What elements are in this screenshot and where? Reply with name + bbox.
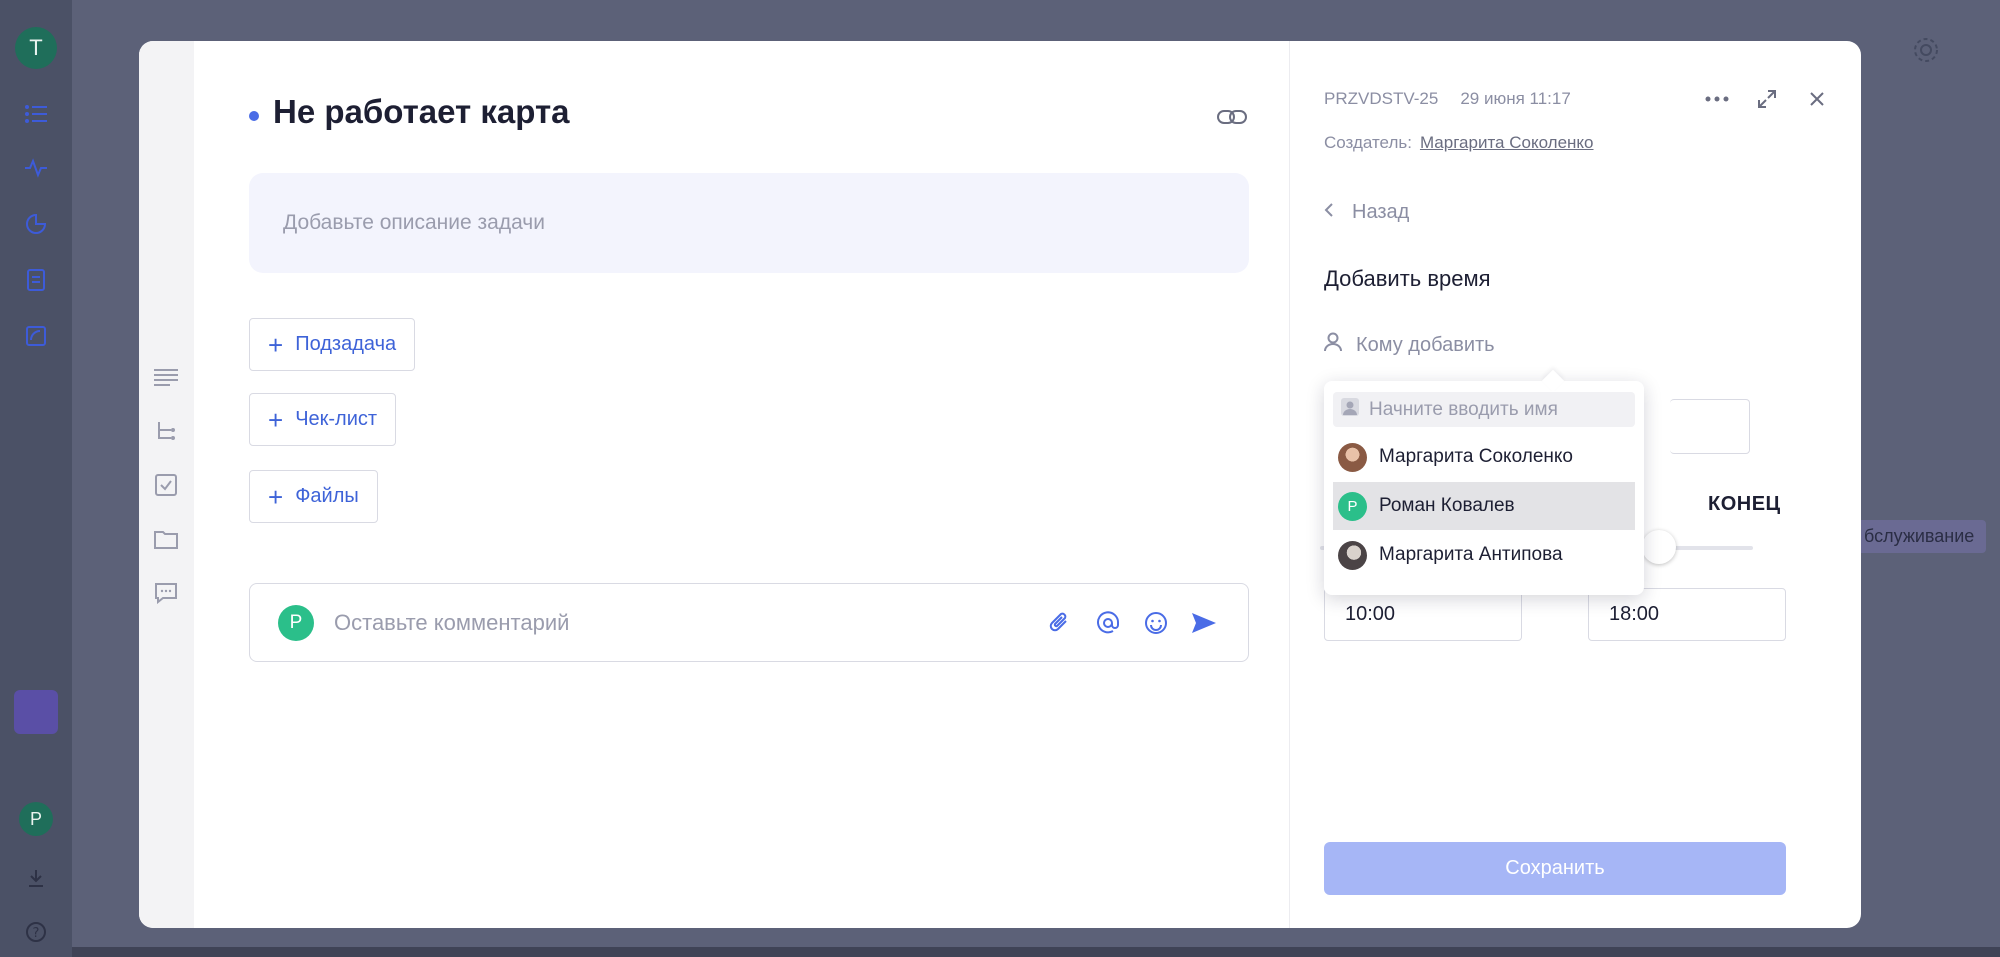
plus-icon: + [268,329,284,360]
comment-input[interactable]: Р Оставьте комментарий [249,583,1249,662]
description-field[interactable]: Добавьте описание задачи [249,173,1249,273]
mention-icon[interactable] [1094,609,1122,637]
document-icon[interactable] [18,262,54,298]
creator-link[interactable]: Маргарита Соколенко [1420,133,1594,152]
more-icon[interactable] [1703,85,1731,113]
plus-icon: + [268,404,284,435]
end-label: КОНЕЦ [1708,493,1781,515]
section-title: Добавить время [1324,266,1491,291]
user-option-name: Роман Ковалев [1379,495,1515,516]
start-time-input[interactable]: 10:00 [1324,588,1522,641]
back-button[interactable]: Назад [1324,201,1409,224]
help-icon[interactable]: ? [18,914,54,950]
link-icon[interactable] [1214,103,1250,131]
task-meta: PRZVDSTV-25 29 июня 11:17 [1324,89,1571,109]
user-option-name: Маргарита Антипова [1379,544,1563,565]
activity-icon[interactable] [18,150,54,186]
back-label: Назад [1352,201,1410,223]
avatar: Р [1338,491,1367,521]
task-key[interactable]: PRZVDSTV-25 [1324,89,1438,109]
chevron-left-icon [1324,201,1334,224]
task-icon-rail [139,41,194,928]
list-icon[interactable] [18,96,54,132]
user-option[interactable]: Маргарита Соколенко [1333,433,1635,481]
status-dot[interactable] [249,111,259,121]
add-files-button[interactable]: + Файлы [249,470,378,523]
comments-icon[interactable] [152,579,180,607]
add-subtask-label: Подзадача [295,333,397,355]
comment-toolbar [1046,584,1218,661]
folder-icon[interactable] [152,525,180,553]
add-checklist-label: Чек-лист [295,408,378,430]
save-button[interactable]: Сохранить [1324,842,1786,895]
panel-actions [1703,85,1831,113]
assignee-field[interactable]: Кому добавить [1324,332,1495,358]
assignee-dropdown: Начните вводить имя Маргарита Соколенко … [1324,369,1644,595]
creator-label: Создатель: [1324,133,1412,152]
subtask-icon[interactable] [152,417,180,445]
avatar [1338,442,1367,472]
user-option[interactable]: Р Роман Ковалев [1333,482,1635,530]
task-date: 29 июня 11:17 [1460,89,1571,108]
description-icon[interactable] [152,363,180,391]
assignee-placeholder: Кому добавить [1356,333,1495,356]
end-time-input[interactable]: 18:00 [1588,588,1786,641]
user-icon [1324,332,1342,358]
comment-avatar: Р [278,604,314,641]
user-search-placeholder: Начните вводить имя [1369,398,1558,420]
background-chip: бслуживание [1852,520,1987,553]
expand-icon[interactable] [1753,85,1781,113]
profile-avatar[interactable]: Р [19,802,53,836]
task-title[interactable]: Не работает карта [273,93,569,131]
user-option-name: Маргарита Соколенко [1379,446,1573,467]
user-search-input[interactable]: Начните вводить имя [1333,392,1635,427]
duration-input[interactable] [1670,399,1750,454]
time-slider-handle[interactable] [1642,530,1676,564]
attach-icon[interactable] [1046,609,1074,637]
download-icon[interactable] [18,860,54,896]
add-subtask-button[interactable]: + Подзадача [249,318,416,371]
description-placeholder: Добавьте описание задачи [283,211,545,234]
checklist-icon[interactable] [152,471,180,499]
user-avatar[interactable]: Т [15,27,57,69]
background-scrollbar [72,947,2000,957]
gear-icon[interactable] [1912,36,1940,64]
svg-text:?: ? [33,926,40,941]
emoji-icon[interactable] [1142,609,1170,637]
user-option[interactable]: Маргарита Антипова [1333,531,1635,579]
creator-row: Создатель: Маргарита Соколенко [1324,133,1594,153]
add-checklist-button[interactable]: + Чек-лист [249,393,397,446]
add-files-label: Файлы [295,485,359,507]
send-icon[interactable] [1190,609,1218,637]
report-icon[interactable] [18,318,54,354]
user-icon [1341,397,1359,422]
pie-chart-icon[interactable] [18,206,54,242]
app-sidebar: Т Р ? [0,0,72,957]
avatar [1338,540,1367,570]
rocket-button[interactable] [14,690,58,734]
task-main-pane: Не работает карта Добавьте описание зада… [194,41,1290,928]
plus-icon: + [268,481,284,512]
comment-placeholder: Оставьте комментарий [334,609,570,635]
close-icon[interactable] [1803,85,1831,113]
task-header: Не работает карта [249,93,569,131]
